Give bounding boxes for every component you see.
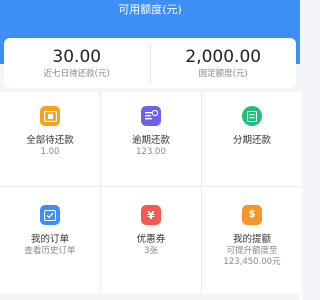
- grid-item-installment[interactable]: 分期还款: [202, 92, 302, 186]
- grid-item-sub: 3张: [144, 246, 158, 256]
- grid-item-label: 全部待还款: [26, 135, 74, 146]
- fixed-limit-label: 固定额度(元): [198, 68, 248, 79]
- grid-item-limit-increase[interactable]: $ 我的提额 可提升额度至 123,450.00元: [202, 187, 302, 300]
- grid-item-label: 我的提额: [232, 234, 271, 245]
- function-grid: 全部待还款 1.00 逾期还款 123.00 分期还款 我的订单 查看历史订单 …: [0, 92, 302, 300]
- page-title: 可用额度(元): [118, 3, 182, 16]
- grid-item-coupons[interactable]: ¥ 优惠券 3张: [101, 187, 201, 300]
- clock-card-icon: [141, 106, 161, 126]
- grid-item-overdue[interactable]: 逾期还款 123.00: [101, 92, 201, 186]
- bottom-strip: [0, 294, 300, 300]
- grid-item-sub: 可提升额度至: [226, 246, 278, 256]
- grid-item-all-due[interactable]: 全部待还款 1.00: [0, 92, 100, 186]
- grid-item-sub-amount: 123,450.00元: [223, 257, 281, 267]
- grid-item-sub: 123.00: [136, 147, 166, 157]
- grid-item-label: 分期还款: [232, 135, 271, 146]
- recent-due-label: 近七日待还款(元): [43, 68, 110, 79]
- grid-item-label: 优惠券: [136, 234, 166, 245]
- recent-due-summary[interactable]: 30.00 近七日待还款(元): [4, 47, 150, 80]
- summary-card: 30.00 近七日待还款(元) 2,000.00 固定额度(元): [4, 38, 296, 88]
- grid-item-label: 逾期还款: [131, 135, 170, 146]
- ledger-icon: [242, 106, 262, 126]
- money-bag-icon: $: [242, 205, 262, 225]
- grid-item-sub: 查看历史订单: [24, 246, 76, 256]
- grid-item-label: 我的订单: [30, 234, 69, 245]
- fixed-limit-summary[interactable]: 2,000.00 固定额度(元): [151, 47, 297, 80]
- checklist-icon: [40, 205, 60, 225]
- calendar-icon: [40, 106, 60, 126]
- grid-item-orders[interactable]: 我的订单 查看历史订单: [0, 187, 100, 300]
- recent-due-value: 30.00: [52, 46, 102, 67]
- yen-icon: ¥: [141, 205, 161, 225]
- fixed-limit-value: 2,000.00: [185, 46, 262, 67]
- grid-item-sub: 1.00: [40, 147, 60, 157]
